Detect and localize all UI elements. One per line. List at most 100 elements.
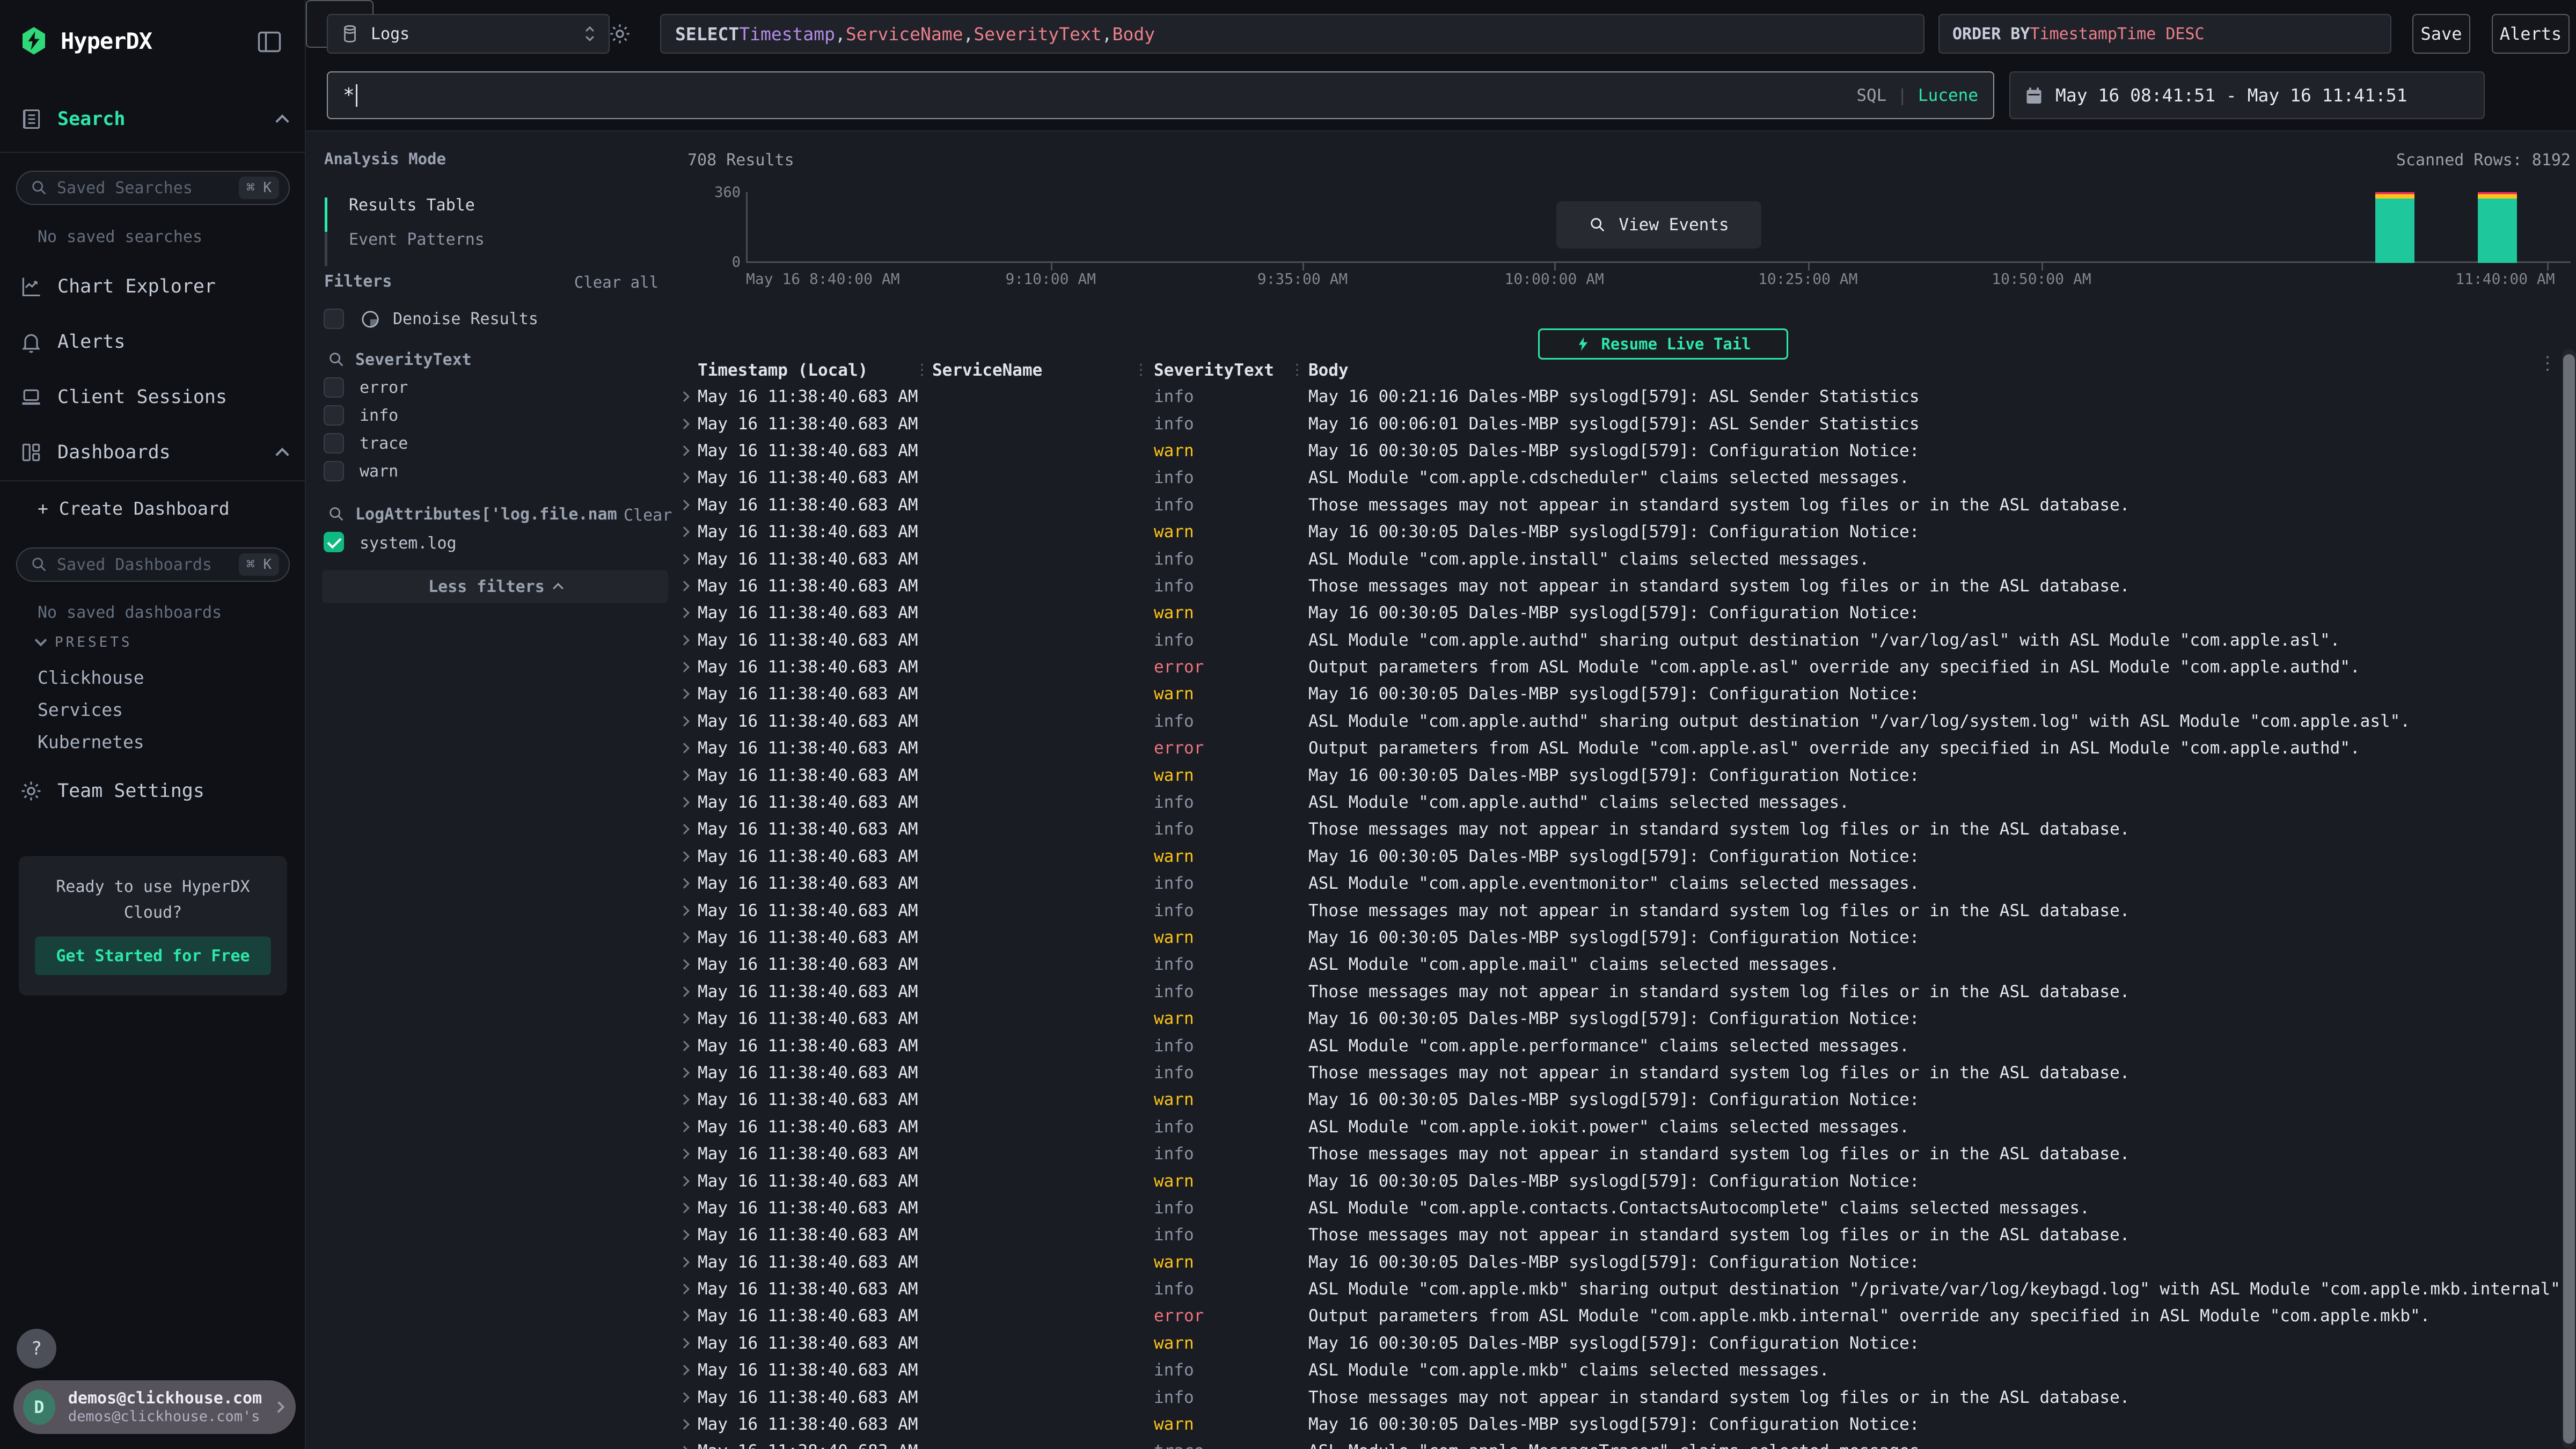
sidebar-item-alerts[interactable]: Alerts [19,314,287,369]
row-timestamp: May 16 11:38:40.683 AM [698,1172,918,1191]
table-row[interactable]: May 16 11:38:40.683 AMerrorOutput parame… [306,1302,2576,1329]
x-axis-tick-label: 10:25:00 AM [1758,270,1857,288]
clear-all-link[interactable]: Clear all [574,273,658,291]
orderby-query-input[interactable]: ORDER BY TimestampTime DESC [1938,14,2391,54]
table-row[interactable]: May 16 11:38:40.683 AMwarnMay 16 00:30:0… [306,1411,2576,1438]
column-header-severitytext[interactable]: SeverityText [1154,361,1274,380]
x-axis-tick-label: 9:10:00 AM [1006,270,1096,288]
table-row[interactable]: May 16 11:38:40.683 AMinfoASL Module "co… [306,545,2576,572]
expand-chevron-icon [679,1203,690,1213]
sidebar-collapse-icon[interactable] [255,28,283,56]
preset-item-kubernetes[interactable]: Kubernetes [38,726,144,758]
sidebar-item-dashboards[interactable]: Dashboards [19,425,287,480]
denoise-checkbox[interactable] [324,309,344,329]
table-row[interactable]: May 16 11:38:40.683 AMinfoThose messages… [306,1384,2576,1410]
table-row[interactable]: May 16 11:38:40.683 AMinfoASL Module "co… [306,870,2576,897]
user-menu[interactable]: D demos@clickhouse.com demos@clickhouse.… [13,1380,296,1434]
table-row[interactable]: May 16 11:38:40.683 AMinfoASL Module "co… [306,951,2576,978]
table-row[interactable]: May 16 11:38:40.683 AMinfoThose messages… [306,1221,2576,1248]
view-events-button[interactable]: View Events [1556,201,1761,248]
expand-chevron-icon [679,1419,690,1430]
table-row[interactable]: May 16 11:38:40.683 AMinfoThose messages… [306,1059,2576,1086]
table-row[interactable]: May 16 11:38:40.683 AMwarnMay 16 00:30:0… [306,1086,2576,1113]
table-row[interactable]: May 16 11:38:40.683 AMwarnMay 16 00:30:0… [306,1005,2576,1032]
tab-event-patterns[interactable]: Event Patterns [349,230,485,249]
table-row[interactable]: May 16 11:38:40.683 AMwarnMay 16 00:30:0… [306,599,2576,626]
scrollbar-track[interactable] [2562,349,2576,1449]
presets-toggle[interactable]: PRESETS [36,634,133,650]
sidebar-item-team-settings[interactable]: Team Settings [19,779,287,803]
table-row[interactable]: May 16 11:38:40.683 AMinfoMay 16 00:21:1… [306,383,2576,410]
sidebar-item-label: Search [57,108,125,130]
table-row[interactable]: May 16 11:38:40.683 AMwarnMay 16 00:30:0… [306,437,2576,464]
preset-item-clickhouse[interactable]: Clickhouse [38,661,144,693]
histogram-bar[interactable] [2478,192,2517,263]
table-row[interactable]: May 16 11:38:40.683 AMwarnMay 16 00:30:0… [306,518,2576,545]
alerts-button[interactable]: Alerts [2492,14,2570,54]
table-row[interactable]: May 16 11:38:40.683 AMinfoASL Module "co… [306,464,2576,491]
column-drag-handle-icon[interactable]: ⋮ [1290,361,1305,378]
table-row[interactable]: May 16 11:38:40.683 AMwarnMay 16 00:30:0… [306,843,2576,870]
column-header-timestamp[interactable]: Timestamp (Local) [698,361,868,380]
table-row[interactable]: May 16 11:38:40.683 AMinfoThose messages… [306,978,2576,1005]
table-row[interactable]: May 16 11:38:40.683 AMinfoASL Module "co… [306,1032,2576,1059]
save-button[interactable]: Save [2412,14,2470,54]
row-severity: info [1154,550,1194,569]
table-row[interactable]: May 16 11:38:40.683 AMinfoASL Module "co… [306,627,2576,654]
table-row[interactable]: May 16 11:38:40.683 AMerrorOutput parame… [306,654,2576,680]
hyperdx-logo-icon [19,26,49,56]
source-select[interactable]: Logs [327,14,610,54]
create-dashboard-button[interactable]: + Create Dashboard [38,498,230,519]
column-drag-handle-icon[interactable]: ⋮ [914,361,930,378]
table-row[interactable]: May 16 11:38:40.683 AMinfoASL Module "co… [306,1357,2576,1384]
help-button[interactable]: ? [17,1329,56,1368]
table-row[interactable]: May 16 11:38:40.683 AMwarnMay 16 00:30:0… [306,924,2576,951]
row-severity: warn [1154,1172,1194,1191]
row-body: Output parameters from ASL Module "com.a… [1308,738,2360,758]
lang-sql[interactable]: SQL [1856,86,1886,105]
table-row[interactable]: May 16 11:38:40.683 AMerrorOutput parame… [306,735,2576,762]
sidebar-item-search[interactable]: Search [19,107,287,131]
row-timestamp: May 16 11:38:40.683 AM [698,819,918,839]
table-row[interactable]: May 16 11:38:40.683 AMinfoThose messages… [306,1140,2576,1167]
get-started-button[interactable]: Get Started for Free [35,936,271,975]
sidebar-item-chart-explorer[interactable]: Chart Explorer [19,259,287,314]
table-row[interactable]: May 16 11:38:40.683 AMinfoASL Module "co… [306,1195,2576,1221]
table-row[interactable]: May 16 11:38:40.683 AMinfoMay 16 00:06:0… [306,410,2576,437]
table-row[interactable]: May 16 11:38:40.683 AMinfoThose messages… [306,492,2576,518]
histogram-bar[interactable] [2375,192,2414,263]
column-drag-handle-icon[interactable]: ⋮ [1133,361,1148,378]
table-row[interactable]: May 16 11:38:40.683 AMinfoThose messages… [306,816,2576,843]
expand-chevron-icon [679,1257,690,1268]
app-logo[interactable]: HyperDX [19,26,152,56]
saved-dashboards-input[interactable]: Saved Dashboards ⌘ K [16,547,290,582]
table-row[interactable]: May 16 11:38:40.683 AMwarnMay 16 00:30:0… [306,1249,2576,1276]
search-query-input[interactable]: * SQL | Lucene [327,71,1994,119]
table-row[interactable]: May 16 11:38:40.683 AMwarnMay 16 00:30:0… [306,1330,2576,1357]
query-settings-gear-icon[interactable] [608,21,632,46]
table-row[interactable]: May 16 11:38:40.683 AMinfoASL Module "co… [306,789,2576,816]
tab-results-table[interactable]: Results Table [349,196,475,215]
table-row[interactable]: May 16 11:38:40.683 AMinfoASL Module "co… [306,1276,2576,1302]
column-header-servicename[interactable]: ServiceName [932,361,1042,380]
table-row[interactable]: May 16 11:38:40.683 AMinfoASL Module "co… [306,708,2576,735]
table-row[interactable]: May 16 11:38:40.683 AMinfoThose messages… [306,573,2576,599]
column-header-body[interactable]: Body [1308,361,1349,380]
table-row[interactable]: May 16 11:38:40.683 AMinfoASL Module "co… [306,1114,2576,1140]
table-row[interactable]: May 16 11:38:40.683 AMtraceASL Module "c… [306,1438,2576,1449]
resume-live-tail-button[interactable]: Resume Live Tail [1538,328,1788,360]
preset-item-services[interactable]: Services [38,693,144,726]
row-timestamp: May 16 11:38:40.683 AM [698,738,918,758]
select-query-input[interactable]: SELECT Timestamp, ServiceName, SeverityT… [660,14,1924,54]
sidebar-item-client-sessions[interactable]: Client Sessions [19,369,287,425]
y-axis-tick: 0 [698,254,741,270]
table-row[interactable]: May 16 11:38:40.683 AMwarnMay 16 00:30:0… [306,762,2576,788]
lang-lucene[interactable]: Lucene [1918,86,1978,105]
date-range-picker[interactable]: May 16 08:41:51 - May 16 11:41:51 [2009,71,2485,119]
table-row[interactable]: May 16 11:38:40.683 AMwarnMay 16 00:30:0… [306,1167,2576,1194]
table-row[interactable]: May 16 11:38:40.683 AMwarnMay 16 00:30:0… [306,680,2576,707]
saved-searches-input[interactable]: Saved Searches ⌘ K [16,171,290,205]
language-toggle[interactable]: SQL | Lucene [1856,86,1978,105]
scrollbar-thumb[interactable] [2563,354,2575,1444]
table-row[interactable]: May 16 11:38:40.683 AMinfoThose messages… [306,897,2576,924]
